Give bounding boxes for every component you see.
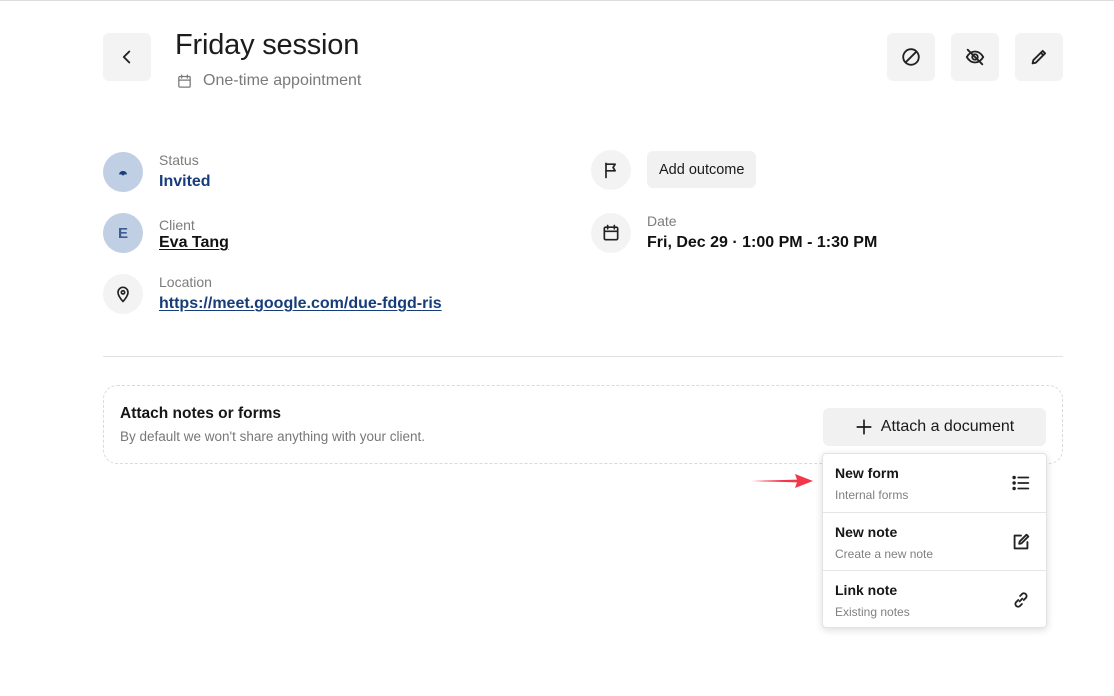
appointment-type: One-time appointment — [176, 72, 361, 90]
appointment-type-label: One-time appointment — [203, 72, 362, 89]
add-outcome-button[interactable]: Add outcome — [647, 151, 757, 188]
section-divider — [103, 356, 1063, 357]
menu-item-link-note[interactable]: Link note Existing notes — [823, 570, 1046, 628]
menu-item-new-form[interactable]: New form Internal forms — [823, 454, 1046, 512]
menu-item-title: Link note — [835, 582, 898, 598]
location-label: Location — [159, 274, 212, 290]
eye-off-icon — [965, 48, 985, 66]
block-icon — [902, 48, 920, 66]
attach-document-label: Attach a document — [880, 418, 1015, 435]
attach-subtitle: By default we won't share anything with … — [120, 429, 425, 444]
attach-document-button[interactable]: Attach a document — [823, 408, 1046, 446]
top-border — [0, 0, 1114, 1]
date-value: Fri, Dec 29 · 1:00 PM - 1:30 PM — [647, 234, 878, 251]
page-title: Friday session — [175, 29, 360, 61]
menu-item-title: New note — [835, 524, 898, 540]
hide-button[interactable] — [951, 33, 999, 81]
date-label: Date — [647, 213, 677, 229]
back-button[interactable] — [103, 33, 151, 81]
pencil-icon — [1031, 49, 1047, 65]
date-icon-badge — [591, 213, 631, 253]
edit-note-icon — [1010, 531, 1032, 553]
calendar-icon — [178, 73, 191, 88]
calendar-icon — [603, 224, 619, 241]
cancel-appointment-button[interactable] — [887, 33, 935, 81]
plus-icon — [856, 419, 872, 435]
menu-item-title: New form — [835, 465, 899, 481]
attach-dropdown-menu: New form Internal forms New note Create … — [822, 453, 1047, 628]
menu-item-subtitle: Existing notes — [835, 605, 910, 619]
attach-title: Attach notes or forms — [120, 405, 282, 422]
status-value: Invited — [159, 173, 211, 190]
pointer-arrow-icon — [751, 474, 813, 488]
location-link[interactable]: https://meet.google.com/due-fdgd-ris — [159, 295, 442, 313]
location-icon-badge — [103, 274, 143, 314]
menu-item-new-note[interactable]: New note Create a new note — [823, 512, 1046, 570]
outcome-icon-badge — [591, 150, 631, 190]
client-initial: E — [117, 224, 128, 242]
client-avatar: E — [103, 213, 143, 253]
status-icon-badge — [103, 152, 143, 192]
client-label: Client — [159, 217, 195, 233]
status-invited-icon — [119, 171, 127, 176]
flag-icon — [605, 162, 616, 179]
client-link[interactable]: Eva Tang — [159, 234, 229, 252]
menu-item-subtitle: Internal forms — [835, 488, 909, 502]
menu-item-subtitle: Create a new note — [835, 547, 934, 561]
list-icon — [1010, 472, 1032, 494]
chevron-left-icon — [122, 50, 131, 64]
link-icon — [1010, 589, 1032, 611]
location-pin-icon — [117, 286, 129, 303]
edit-button[interactable] — [1015, 33, 1063, 81]
status-label: Status — [159, 152, 199, 168]
